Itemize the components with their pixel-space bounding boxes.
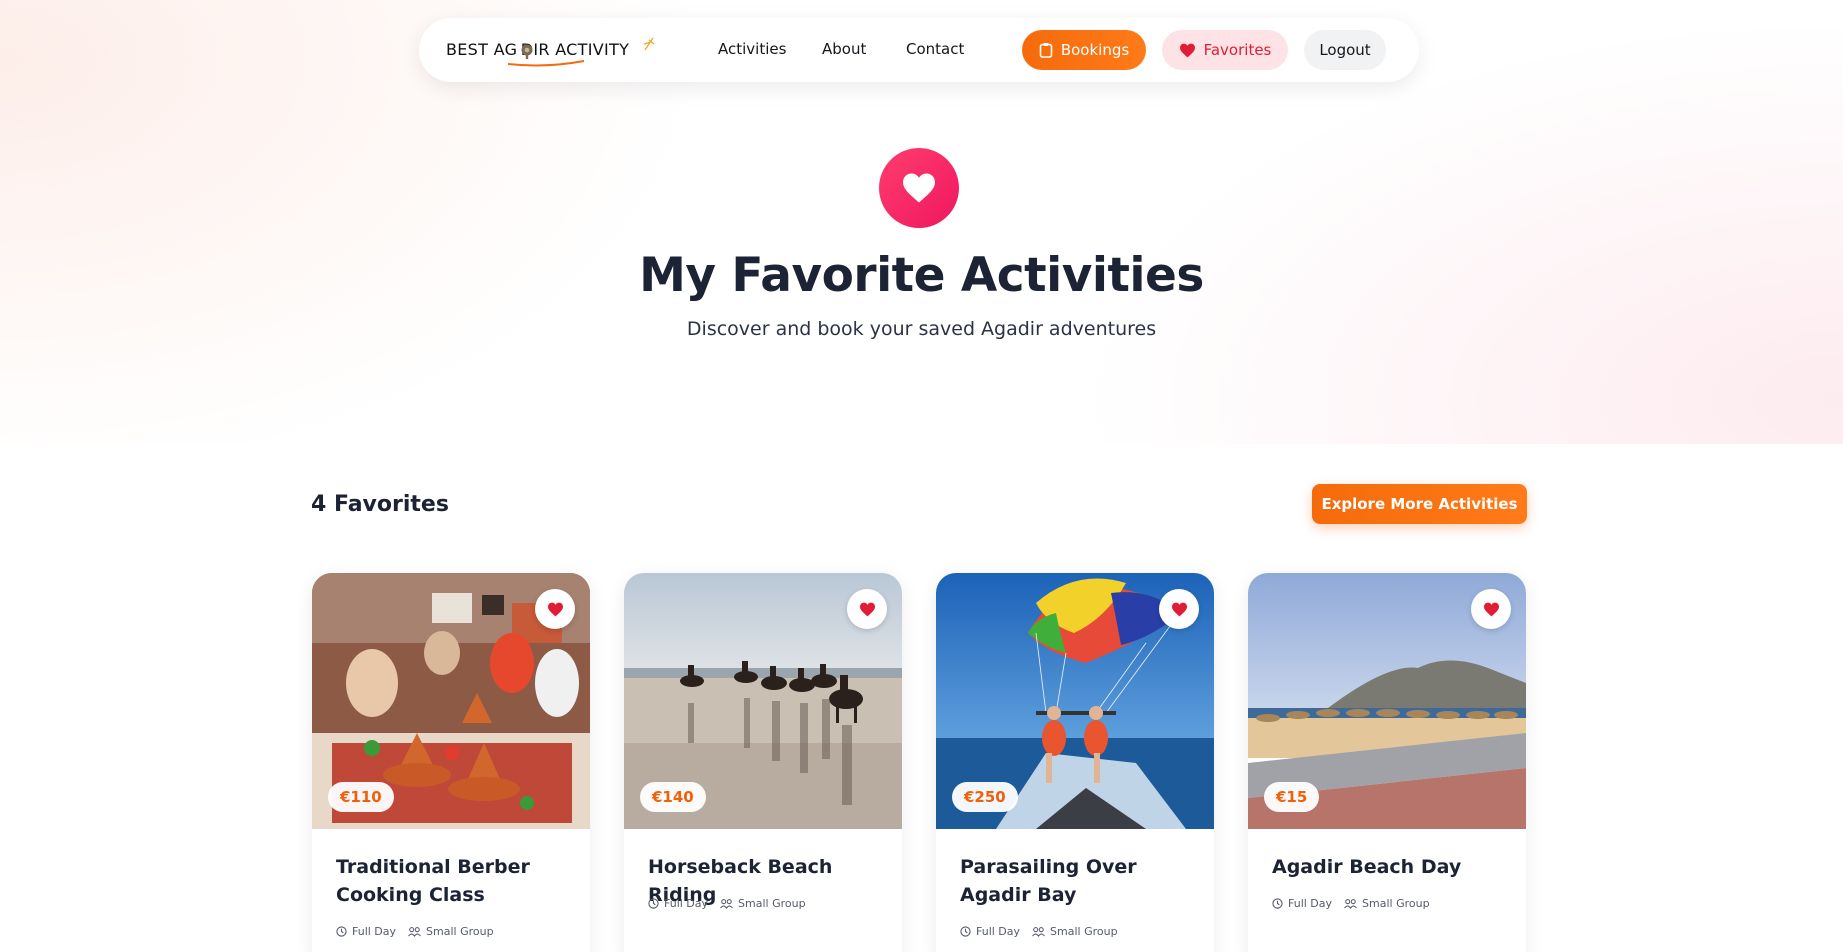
activity-card[interactable]: €110 Traditional Berber Cooking Class Fu…	[312, 573, 590, 952]
nav-link-activities[interactable]: Activities	[718, 40, 786, 58]
group-icon	[1344, 899, 1357, 909]
duration-label: Full Day	[352, 925, 397, 938]
activity-card[interactable]: €140 Horseback Beach Riding Full Day Sma…	[624, 573, 902, 952]
card-title[interactable]: Agadir Beach Day	[1272, 853, 1508, 881]
hero-heart-badge	[879, 148, 959, 228]
group-label: Small Group	[1050, 925, 1118, 938]
nav-link-contact[interactable]: Contact	[906, 40, 964, 58]
clipboard-icon	[1039, 43, 1053, 58]
heart-icon	[1171, 602, 1187, 616]
top-navbar: BEST AG DIR ACTIVITY Activities About Co…	[419, 18, 1419, 82]
price-badge: €140	[640, 782, 706, 812]
heart-icon	[547, 602, 563, 616]
price-badge: €250	[952, 782, 1018, 812]
group-label: Small Group	[1362, 897, 1430, 910]
favorites-label: Favorites	[1203, 41, 1272, 59]
logo-text: BEST AG DIR ACTIVITY	[446, 40, 630, 59]
group-info: Small Group	[1032, 925, 1118, 938]
favorite-toggle-button[interactable]	[847, 589, 887, 629]
group-info: Small Group	[720, 897, 806, 910]
card-meta: Full Day Small Group	[1272, 897, 1430, 910]
site-logo[interactable]: BEST AG DIR ACTIVITY	[446, 37, 655, 67]
logout-button[interactable]: Logout	[1304, 30, 1386, 70]
heart-icon	[1179, 43, 1195, 57]
duration-label: Full Day	[976, 925, 1021, 938]
group-info: Small Group	[1344, 897, 1430, 910]
bookings-label: Bookings	[1060, 41, 1130, 59]
group-icon	[1032, 927, 1045, 937]
page-title: My Favorite Activities	[639, 248, 1204, 303]
logo-sparkle-icon	[643, 37, 655, 51]
price-badge: €110	[328, 782, 394, 812]
favorite-toggle-button[interactable]	[1471, 589, 1511, 629]
card-title[interactable]: Parasailing Over Agadir Bay	[960, 853, 1196, 909]
heart-icon	[859, 602, 875, 616]
duration-info: Full Day	[960, 925, 1020, 938]
favorite-toggle-button[interactable]	[1159, 589, 1199, 629]
group-info: Small Group	[408, 925, 494, 938]
duration-info: Full Day	[336, 925, 396, 938]
favorites-count: 4 Favorites	[311, 492, 449, 517]
logo-swoosh-icon	[507, 60, 585, 67]
explore-more-button[interactable]: Explore More Activities	[1312, 484, 1527, 524]
group-label: Small Group	[738, 897, 806, 910]
price-badge: €15	[1264, 782, 1320, 812]
card-title[interactable]: Traditional Berber Cooking Class	[336, 853, 572, 909]
clock-icon	[336, 926, 347, 937]
heart-icon	[903, 173, 935, 203]
clock-icon	[960, 926, 971, 937]
heart-icon	[1483, 602, 1499, 616]
page-subtitle: Discover and book your saved Agadir adve…	[686, 318, 1157, 340]
clock-icon	[648, 898, 659, 909]
activity-card[interactable]: €250 Parasailing Over Agadir Bay Full Da…	[936, 573, 1214, 952]
duration-label: Full Day	[1288, 897, 1333, 910]
card-meta: Full Day Small Group	[960, 925, 1118, 938]
favorites-button[interactable]: Favorites	[1162, 30, 1288, 70]
duration-label: Full Day	[664, 897, 709, 910]
duration-info: Full Day	[1272, 897, 1332, 910]
nav-link-about[interactable]: About	[822, 40, 866, 58]
card-meta: Full Day Small Group	[648, 897, 806, 910]
favorite-toggle-button[interactable]	[535, 589, 575, 629]
group-icon	[408, 927, 421, 937]
clock-icon	[1272, 898, 1283, 909]
group-icon	[720, 899, 733, 909]
group-label: Small Group	[426, 925, 494, 938]
bookings-button[interactable]: Bookings	[1022, 30, 1146, 70]
activity-card[interactable]: €15 Agadir Beach Day Full Day Small Grou…	[1248, 573, 1526, 952]
card-meta: Full Day Small Group	[336, 925, 494, 938]
duration-info: Full Day	[648, 897, 708, 910]
